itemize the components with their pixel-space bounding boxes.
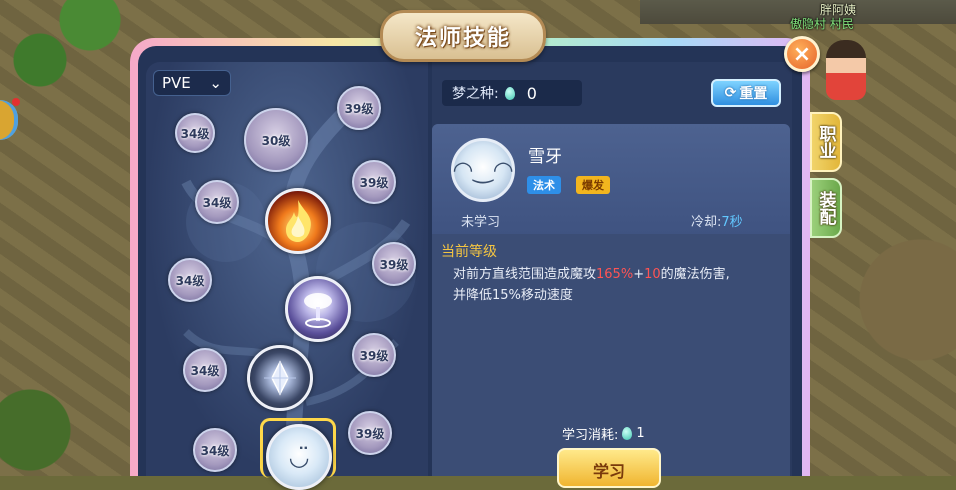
reset-button-label: 重置 [739,86,768,102]
tab-equip[interactable]: 装配 [810,178,842,238]
refresh-icon: ⟳ [724,85,737,101]
locked-skill-node[interactable]: 39级 [337,86,381,130]
reset-button[interactable]: ⟳ 重置 [711,79,781,107]
tab-equip-label: 装配 [815,191,836,225]
learn-cost: 学习消耗: 1 [562,424,645,443]
locked-skill-node[interactable]: 39级 [352,333,396,377]
skill-portrait-icon: ◠‿◠ [451,138,515,202]
learn-cost-label: 学习消耗: [562,428,619,443]
dream-seed-label: 梦之种: [452,86,499,102]
desc-flat: 10 [644,267,661,282]
locked-skill-node[interactable]: 39级 [372,242,416,286]
skill-cooldown: 冷却:7秒 [691,211,743,230]
dream-seed-value: 0 [526,83,537,103]
chevron-down-icon: ⌄ [209,74,222,92]
skill-name: 雪牙 [528,147,562,167]
dream-seed-icon [504,86,515,100]
tab-job[interactable]: 职业 [810,112,842,172]
tab-job-label: 职业 [815,125,836,159]
ghost-face-icon: ◡̈ [288,443,310,471]
mode-select[interactable]: PVE ⌄ [153,70,231,96]
panel-title-plate: 法师技能 [380,10,546,62]
desc-plus: + [633,267,645,282]
storm-skill-icon[interactable] [285,276,351,342]
cooldown-label: 冷却: [691,215,722,230]
panel-title: 法师技能 [414,26,511,51]
current-level-title: 当前等级 [441,244,497,260]
notification-dot [12,98,20,106]
ice-crystal-icon [264,360,296,396]
desc-line2: 并降低15%移动速度 [453,288,573,303]
close-button[interactable]: × [784,36,820,72]
snow-fang-skill-icon[interactable]: ◡̈ [266,424,332,490]
mode-select-value: PVE [162,74,191,92]
skill-tag-magic: 法术 [527,176,561,194]
desc-suffix: 的魔法伤害, [660,267,730,282]
dream-seed-counter: 梦之种: 0 [442,80,582,106]
locked-skill-node[interactable]: 34级 [168,258,212,302]
skill-learn-status: 未学习 [461,215,501,230]
flame-icon [286,200,311,242]
locked-skill-node[interactable]: 30级 [244,108,308,172]
close-icon: × [792,41,812,67]
locked-skill-node[interactable]: 39级 [348,411,392,455]
crystal-skill-icon[interactable] [247,345,313,411]
desc-percent: 165% [596,267,634,282]
locked-skill-node[interactable]: 34级 [175,113,215,153]
desc-prefix: 对前方直线范围造成魔攻 [453,267,597,282]
locked-skill-node[interactable]: 39级 [352,160,396,204]
dream-seed-icon [622,427,633,440]
locked-skill-node[interactable]: 34级 [193,428,237,472]
skill-tag-burst: 爆发 [576,176,610,194]
fire-skill-icon[interactable] [265,188,331,254]
tornado-icon [304,293,332,328]
learn-button[interactable]: 学习 [557,448,661,488]
npc-character [826,40,866,100]
locked-skill-node[interactable]: 34级 [195,180,239,224]
skill-description: 对前方直线范围造成魔攻165%+10的魔法伤害, 并降低15%移动速度 [453,264,773,306]
cooldown-value: 7秒 [721,215,743,230]
locked-skill-node[interactable]: 34级 [183,348,227,392]
learn-cost-value: 1 [636,426,645,441]
ghost-face-icon: ◠‿◠ [452,156,514,184]
npc-title: 傲隐村 村民 [790,17,854,31]
learn-button-label: 学习 [592,462,625,481]
